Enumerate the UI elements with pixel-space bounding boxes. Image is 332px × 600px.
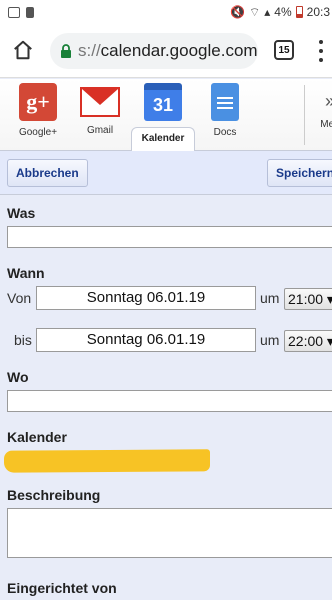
bis-label: bis	[14, 332, 32, 348]
tab-switcher-button[interactable]: 15	[274, 40, 294, 60]
clock: 20:3	[306, 5, 330, 19]
more-chevron-icon: »	[320, 91, 332, 115]
home-icon[interactable]	[12, 39, 34, 61]
app-label: Gmail	[86, 125, 114, 136]
app-more[interactable]: » Meh	[300, 83, 332, 130]
app-label: Kalender	[141, 133, 185, 144]
app-gmail[interactable]: Gmail	[70, 83, 130, 136]
calendar-icon: 31	[144, 83, 182, 121]
redacted-calendar-select[interactable]	[4, 449, 210, 473]
address-bar[interactable]: s://calendar.google.com	[50, 33, 258, 69]
status-notifications	[8, 6, 34, 18]
wo-input[interactable]	[7, 390, 332, 412]
start-time-um-label: um	[260, 290, 280, 306]
wifi-icon: ⌔	[248, 4, 261, 19]
signal-icon: ▴	[264, 5, 271, 19]
gmail-icon	[80, 87, 120, 117]
mute-icon: 🔇	[230, 5, 245, 19]
save-button[interactable]: Speichern	[267, 159, 332, 187]
app-calendar-icon-wrap[interactable]: 31	[133, 83, 193, 121]
app-docs[interactable]: Docs	[195, 83, 255, 138]
app-google-plus[interactable]: g+ Google+	[8, 83, 68, 138]
status-bar: 🔇 ⌔ ▴ 4% 20:3	[0, 0, 332, 24]
app-label: Docs	[213, 127, 237, 138]
kalender-label: Kalender	[7, 429, 67, 445]
was-input[interactable]	[7, 226, 332, 248]
google-app-bar: g+ Google+ Gmail 31 Kalender Docs » Meh	[0, 79, 332, 151]
file-notification-icon	[26, 6, 34, 18]
google-plus-icon: g+	[19, 83, 57, 121]
end-date-field[interactable]: Sonntag 06.01.19	[36, 328, 256, 352]
eingerichtet-label: Eingerichtet von	[7, 580, 117, 596]
app-label: Meh	[320, 119, 332, 130]
battery-icon	[295, 6, 303, 18]
browser-toolbar: s://calendar.google.com 15	[0, 24, 332, 78]
app-kalender-tab[interactable]: Kalender	[131, 127, 195, 151]
beschreibung-textarea[interactable]	[7, 508, 332, 558]
docs-icon	[211, 83, 239, 121]
start-date-field[interactable]: Sonntag 06.01.19	[36, 286, 256, 310]
end-time-um-label: um	[260, 332, 280, 348]
beschreibung-label: Beschreibung	[7, 487, 101, 503]
was-label: Was	[7, 205, 36, 221]
mail-notification-icon	[8, 6, 20, 18]
wo-label: Wo	[7, 369, 29, 385]
wann-label: Wann	[7, 265, 45, 281]
status-indicators: 🔇 ⌔ ▴ 4% 20:3	[230, 5, 330, 20]
lock-icon	[61, 44, 71, 58]
start-time-select[interactable]: 21:00 ▾	[284, 288, 332, 310]
app-label: Google+	[18, 127, 58, 138]
action-bar: Abbrechen Speichern	[0, 151, 332, 195]
von-label: Von	[7, 290, 32, 306]
battery-percent: 4%	[274, 5, 292, 19]
url-text: s://calendar.google.com	[78, 41, 258, 60]
end-time-select[interactable]: 22:00 ▾	[284, 330, 332, 352]
overflow-menu-icon[interactable]	[318, 40, 324, 62]
cancel-button[interactable]: Abbrechen	[7, 159, 88, 187]
